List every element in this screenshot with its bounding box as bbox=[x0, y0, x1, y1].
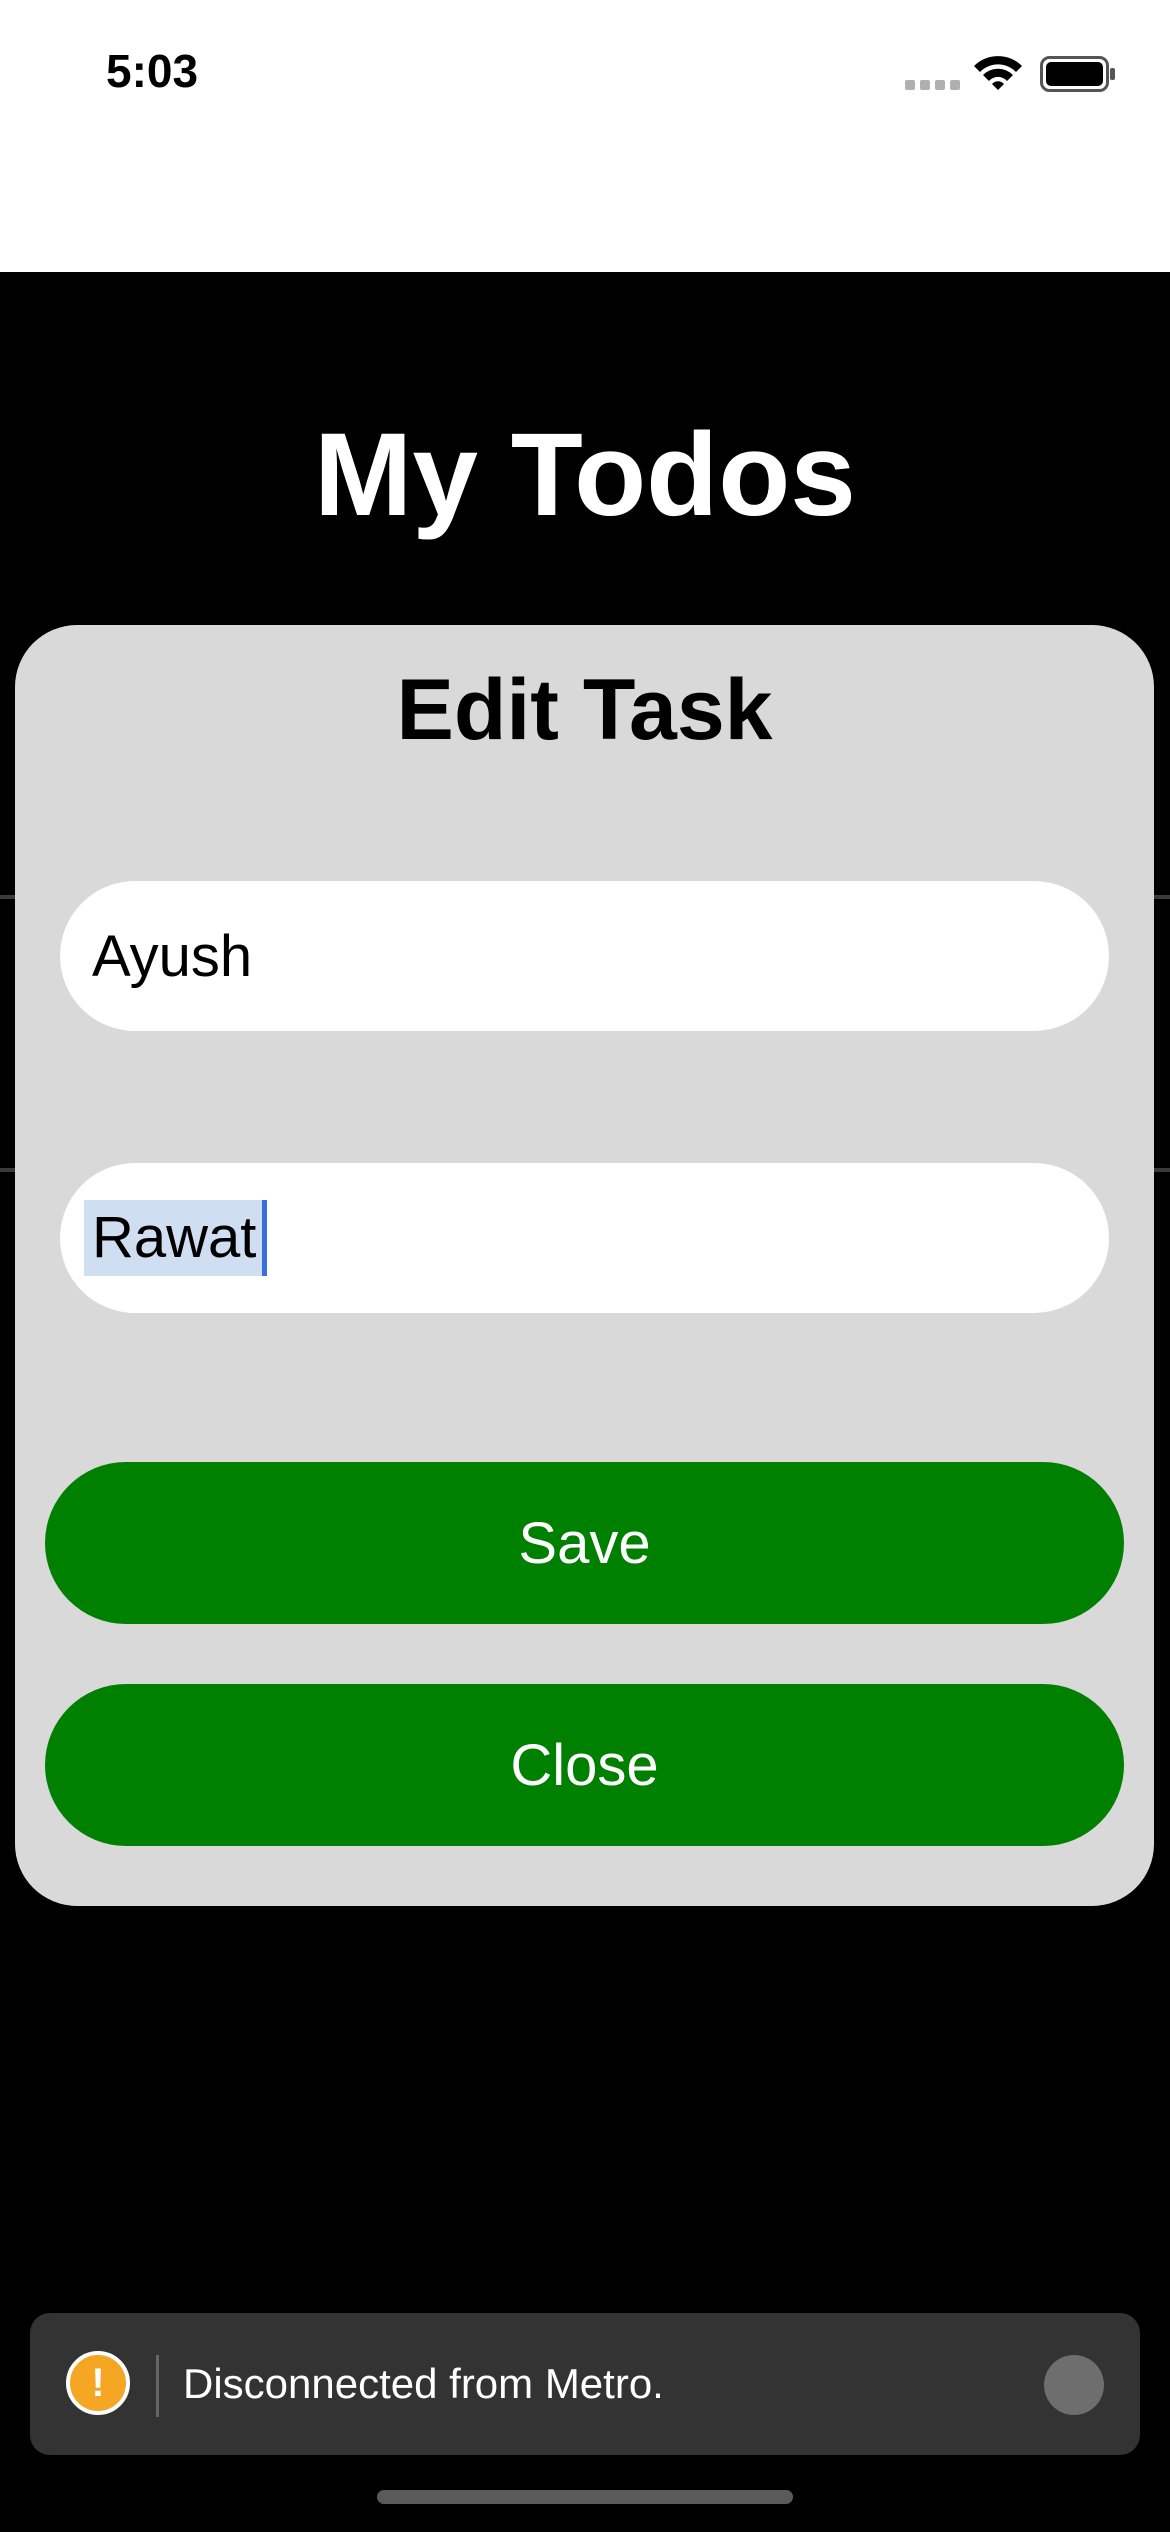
task-title-input[interactable]: Ayush bbox=[60, 881, 1109, 1031]
task-title-value: Ayush bbox=[92, 923, 253, 989]
wifi-icon bbox=[974, 56, 1022, 90]
dismiss-icon[interactable] bbox=[1044, 2355, 1104, 2415]
battery-icon bbox=[1040, 56, 1115, 92]
signal-icon bbox=[905, 80, 960, 90]
warning-icon: ! bbox=[66, 2351, 130, 2415]
edit-task-modal: Edit Task Ayush Rawat Save Close bbox=[15, 625, 1154, 1906]
home-indicator[interactable] bbox=[377, 2490, 793, 2504]
task-description-input[interactable]: Rawat bbox=[60, 1163, 1109, 1313]
toast-divider bbox=[156, 2355, 159, 2417]
toast-message: Disconnected from Metro. bbox=[183, 2360, 664, 2407]
close-button[interactable]: Close bbox=[45, 1684, 1124, 1846]
save-button[interactable]: Save bbox=[45, 1462, 1124, 1624]
metro-toast[interactable]: ! Disconnected from Metro. bbox=[30, 2313, 1140, 2455]
modal-title: Edit Task bbox=[396, 662, 773, 758]
app-title: My Todos bbox=[314, 409, 856, 541]
status-bar: 5:03 bbox=[0, 0, 1170, 272]
status-time: 5:03 bbox=[106, 45, 199, 97]
task-description-value: Rawat bbox=[84, 1200, 268, 1276]
